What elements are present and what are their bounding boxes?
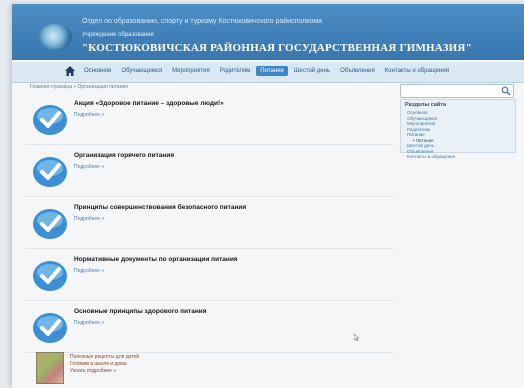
nav-item-parents[interactable]: Родителям [216,66,255,76]
read-more-link[interactable]: Подробнее » [74,268,104,274]
checkmark-icon [33,313,67,343]
read-more-link[interactable]: Подробнее » [74,216,104,222]
sidebar-item-contacts[interactable]: Контакты и обращения [407,154,455,160]
sidebar-title: Разделы сайта [405,102,447,108]
search-input[interactable] [400,84,514,98]
book-cover-image[interactable] [36,352,64,384]
main-nav: Основное Обучающимся Мероприятия Родител… [12,62,524,83]
page: Отдел по образованию, спорту и туризму К… [12,4,524,388]
sidebar-sections: Разделы сайта Основное Обучающимся Мероп… [400,99,516,159]
search-icon[interactable] [501,86,511,96]
article-title[interactable]: Основные принципы здорового питания [74,308,207,315]
org-name: Отдел по образованию, спорту и туризму К… [82,18,322,25]
home-icon[interactable] [64,65,76,77]
nav-item-students[interactable]: Обучающимся [118,66,167,76]
nav-item-announcements[interactable]: Объявления [336,66,379,76]
institution-type: Учреждение образования [82,32,154,38]
sidebar-list: Основное Обучающимся Мероприятия Родител… [407,110,455,160]
breadcrumb[interactable]: Главная страница » Организация питания [30,84,128,90]
book-description: Полезные рецепты для детей Готовим в шко… [70,354,139,375]
read-more-link[interactable]: Подробнее » [74,164,104,170]
article-title[interactable]: Нормативные документы по организации пит… [74,256,238,263]
list-item: Организация горячего питания Подробнее » [26,146,394,197]
book-subtitle: Готовим в школе и дома [70,361,127,367]
site-title[interactable]: "КОСТЮКОВИЧСКАЯ РАЙОННАЯ ГОСУДАРСТВЕННАЯ… [82,42,472,54]
checkmark-icon [33,261,67,291]
article-list: Акция «Здоровое питание – здоровые люди!… [26,94,394,388]
nav-items: Основное Обучающимся Мероприятия Родител… [80,66,453,76]
nav-item-osnovnoe[interactable]: Основное [80,66,116,76]
book-link[interactable]: Узнать подробнее » [70,368,139,375]
checkmark-icon [33,209,67,239]
nav-item-sixth-day[interactable]: Шестой день [290,66,334,76]
nav-item-contacts[interactable]: Контакты и обращения [381,66,453,76]
site-header: Отдел по образованию, спорту и туризму К… [12,4,524,60]
article-title[interactable]: Принципы совершенствования безопасного п… [74,204,246,211]
list-item: Акция «Здоровое питание – здоровые люди!… [26,94,394,145]
list-item: Нормативные документы по организации пит… [26,250,394,301]
recipe-book-item: Полезные рецепты для детей Готовим в шко… [26,350,394,388]
read-more-link[interactable]: Подробнее » [74,320,104,326]
article-title[interactable]: Акция «Здоровое питание – здоровые люди!… [74,100,224,107]
book-title[interactable]: Полезные рецепты для детей [70,354,139,361]
read-more-link[interactable]: Подробнее » [74,112,104,118]
article-title[interactable]: Организация горячего питания [74,152,174,159]
checkmark-icon [33,105,67,135]
site-logo[interactable] [38,24,72,50]
nav-item-nutrition[interactable]: Питание [256,66,288,76]
list-item: Принципы совершенствования безопасного п… [26,198,394,249]
mouse-cursor-icon [354,334,360,341]
nav-item-events[interactable]: Мероприятия [168,66,214,76]
list-item: Основные принципы здорового питания Подр… [26,302,394,353]
checkmark-icon [33,157,67,187]
